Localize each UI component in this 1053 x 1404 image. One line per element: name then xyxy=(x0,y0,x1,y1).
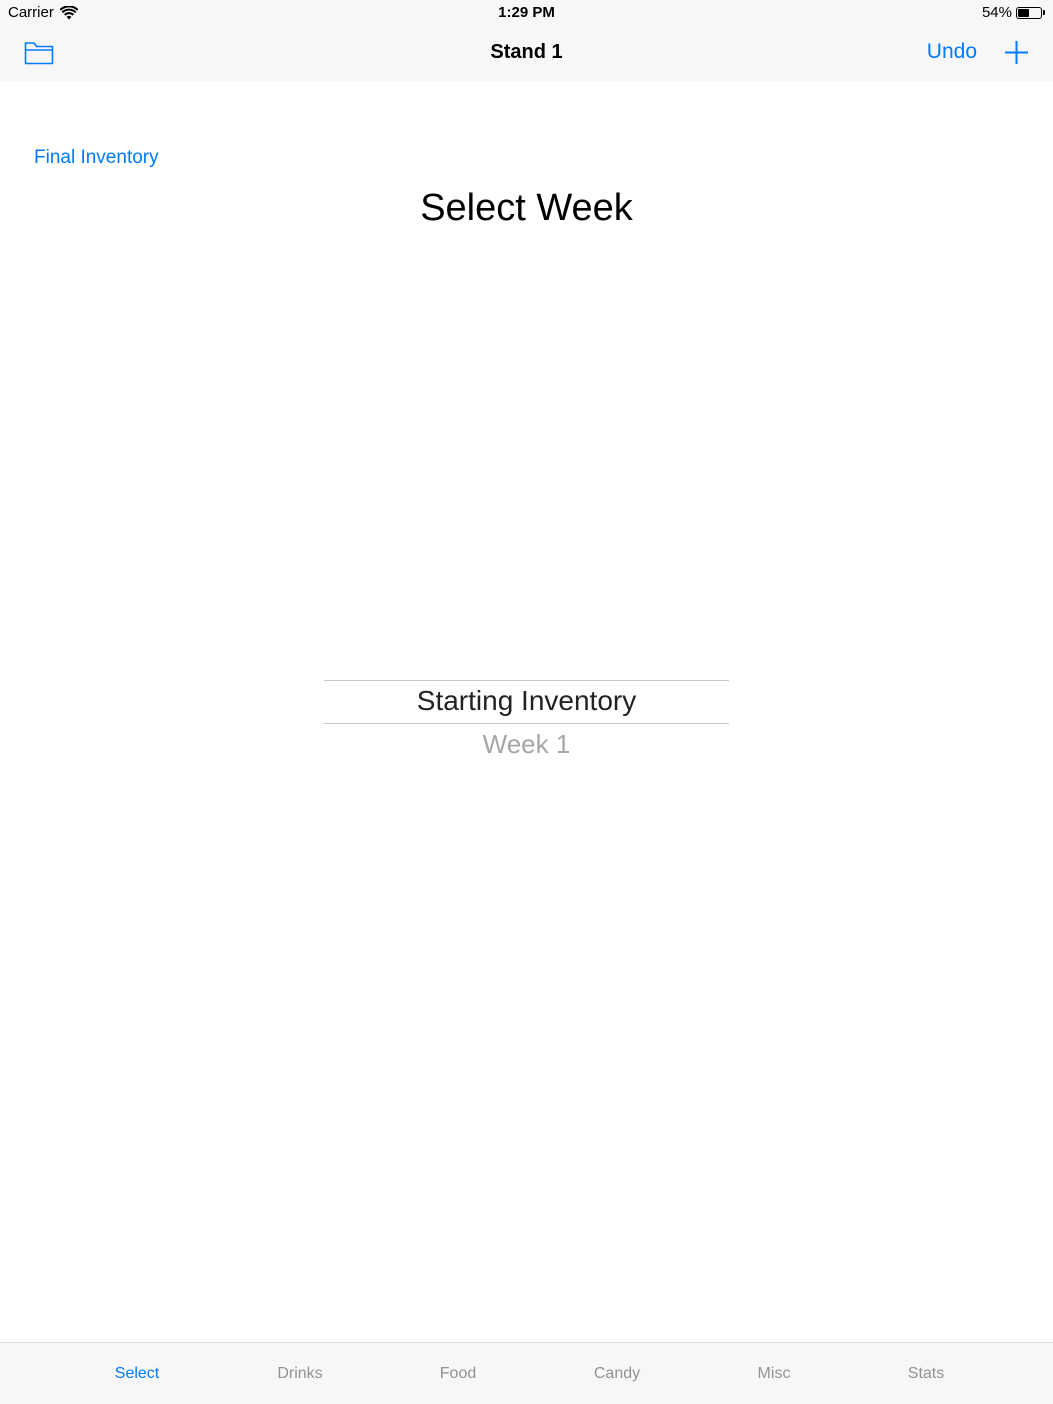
undo-button[interactable]: Undo xyxy=(927,40,977,64)
status-battery: 54% xyxy=(982,4,1045,21)
screen: Carrier 1:29 PM 54% Stand 1 Undo Final I… xyxy=(0,0,1053,1404)
tab-misc[interactable]: Misc xyxy=(758,1365,791,1383)
picker-selection-top-line xyxy=(324,680,729,681)
tab-select[interactable]: Select xyxy=(115,1365,159,1383)
top-bar: Carrier 1:29 PM 54% Stand 1 Undo xyxy=(0,0,1053,81)
battery-nub xyxy=(1043,10,1045,15)
tab-candy[interactable]: Candy xyxy=(594,1365,640,1383)
page-title: Select Week xyxy=(420,187,633,229)
nav-title: Stand 1 xyxy=(490,41,563,63)
battery-percent: 54% xyxy=(981,4,1012,21)
status-time: 1:29 PM xyxy=(498,4,555,21)
picker-row-selected[interactable]: Starting Inventory xyxy=(324,685,729,717)
picker-row-week-1[interactable]: Week 1 xyxy=(324,729,729,760)
tab-drinks[interactable]: Drinks xyxy=(277,1365,322,1383)
week-picker[interactable]: Starting Inventory Week 1 xyxy=(324,660,729,780)
battery-icon xyxy=(1016,6,1042,19)
tab-food[interactable]: Food xyxy=(440,1365,476,1383)
final-inventory-button[interactable]: Final Inventory xyxy=(34,147,159,169)
folder-icon[interactable] xyxy=(24,40,54,66)
tab-stats[interactable]: Stats xyxy=(908,1365,944,1383)
tab-bar: Select Drinks Food Candy Misc Stats xyxy=(0,1342,1053,1404)
battery-fill xyxy=(1018,8,1029,17)
plus-icon[interactable] xyxy=(1004,40,1029,65)
picker-selection-bottom-line xyxy=(324,723,729,724)
